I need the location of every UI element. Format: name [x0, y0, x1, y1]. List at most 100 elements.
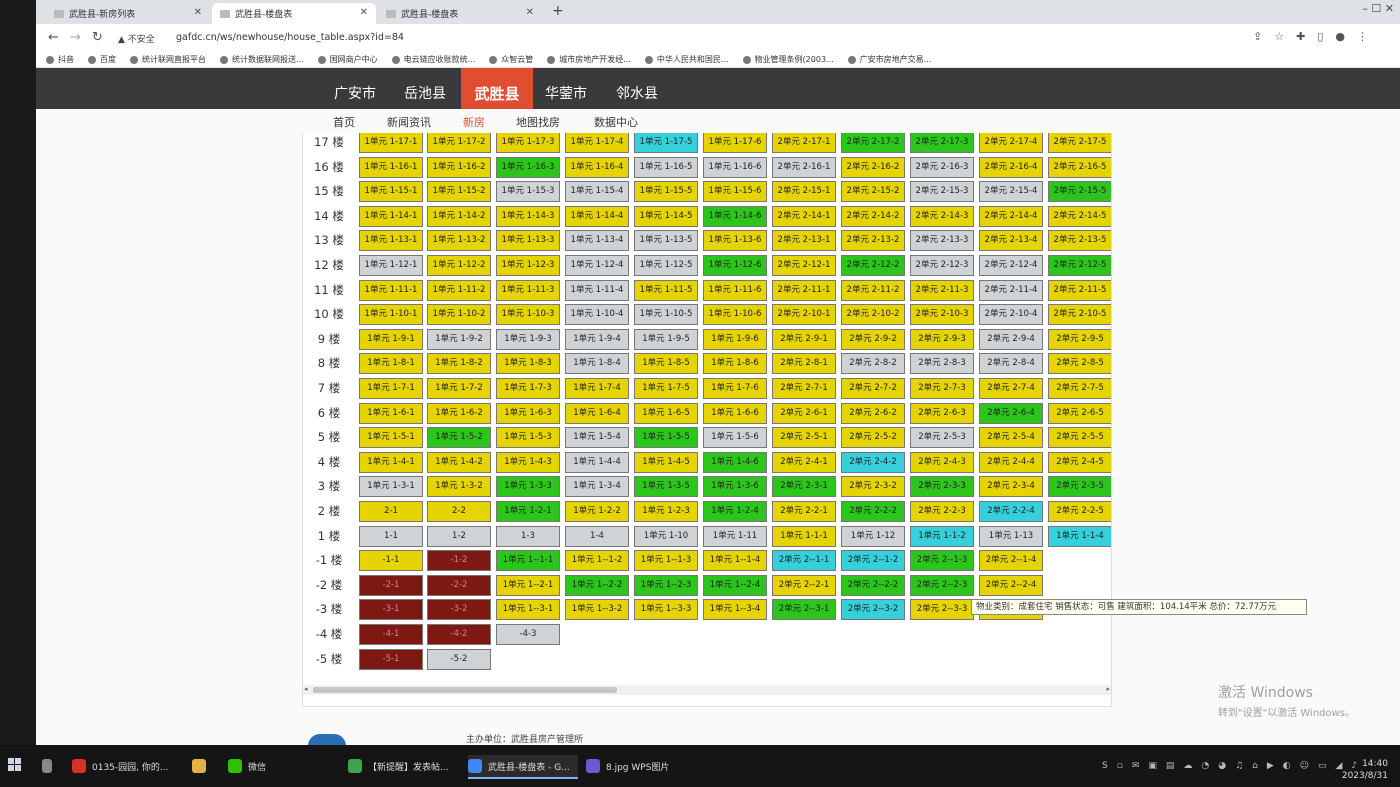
unit-cell[interactable]: 1单元 1-4-6 — [703, 451, 767, 473]
unit-cell[interactable]: 2单元 2-17-5 — [1048, 133, 1111, 153]
unit-cell[interactable]: 2单元 2-14-2 — [841, 205, 905, 227]
unit-cell[interactable]: 2单元 2-5-5 — [1048, 427, 1111, 449]
unit-cell[interactable]: 1单元 1-8-5 — [634, 353, 698, 375]
close-tab-icon[interactable]: ✕ — [360, 7, 368, 18]
unit-cell[interactable]: 1单元 1-12-2 — [427, 255, 491, 276]
unit-cell[interactable]: 1单元 1-14-3 — [496, 205, 560, 227]
menu-icon[interactable]: ⋮ — [1357, 30, 1380, 43]
unit-cell[interactable]: 1-2 — [427, 525, 491, 547]
unit-cell[interactable]: 2单元 2-16-4 — [979, 156, 1043, 178]
city-tab-huaying[interactable]: 华蓥市 — [541, 68, 591, 109]
not-secure-indicator[interactable]: ▲ 不安全 — [118, 32, 155, 45]
clock[interactable]: 14:40 2023/8/31 — [1342, 758, 1388, 782]
unit-cell[interactable]: 2单元 2-6-3 — [910, 402, 974, 424]
bookmark-item[interactable]: 统计数据联网报送... — [220, 54, 304, 65]
taskbar-app[interactable]: 0135-园园, 你的... — [72, 755, 182, 777]
scroll-right-icon[interactable]: ▸ — [1106, 685, 1110, 693]
unit-cell[interactable]: 1单元 1-3-3 — [496, 476, 560, 498]
unit-cell[interactable]: 2单元 2-5-1 — [772, 427, 836, 449]
unit-cell[interactable]: 2单元 2-7-4 — [979, 378, 1043, 399]
unit-cell[interactable]: 1单元 1-14-1 — [359, 205, 423, 227]
unit-cell[interactable]: 1单元 1-9-4 — [565, 328, 629, 350]
unit-cell[interactable]: 1单元 1--1-3 — [634, 550, 698, 572]
recycle-bin-icon[interactable] — [42, 755, 58, 777]
unit-cell[interactable]: 1单元 1-17-5 — [634, 133, 698, 153]
unit-cell[interactable]: 2单元 2-4-4 — [979, 451, 1043, 473]
unit-cell[interactable]: 2单元 2-13-1 — [772, 230, 836, 252]
star-icon[interactable]: ☆ — [1274, 30, 1296, 43]
unit-cell[interactable]: 1单元 1--2-2 — [565, 574, 629, 596]
new-tab-button[interactable]: + — [552, 3, 564, 19]
unit-cell[interactable]: 1单元 1-16-6 — [703, 156, 767, 178]
unit-cell[interactable]: -4-3 — [496, 624, 560, 645]
unit-cell[interactable]: 1单元 1-14-6 — [703, 205, 767, 227]
unit-cell[interactable]: 1单元 1-14-5 — [634, 205, 698, 227]
unit-cell[interactable]: 2单元 2-15-3 — [910, 181, 974, 203]
unit-cell[interactable]: 2单元 2-3-1 — [772, 476, 836, 498]
unit-cell[interactable]: 1单元 1-6-4 — [565, 402, 629, 424]
unit-cell[interactable]: -3-2 — [427, 599, 491, 621]
unit-cell[interactable]: 2-2 — [427, 501, 491, 522]
unit-cell[interactable]: 1单元 1-2-4 — [703, 501, 767, 522]
bookmark-item[interactable]: 统计联网直报平台 — [130, 54, 206, 65]
nav-home[interactable]: 首页 — [333, 114, 355, 130]
unit-cell[interactable]: -4-1 — [359, 624, 423, 645]
unit-cell[interactable]: 2单元 2-15-1 — [772, 181, 836, 203]
unit-cell[interactable]: 1单元 1-15-2 — [427, 181, 491, 203]
bookmark-item[interactable]: 城市房地产开发经... — [547, 54, 631, 65]
unit-cell[interactable]: 2单元 2-16-2 — [841, 156, 905, 178]
unit-cell[interactable]: 2单元 2-8-3 — [910, 353, 974, 375]
unit-cell[interactable]: 2单元 2-10-3 — [910, 304, 974, 326]
unit-cell[interactable]: 2单元 2-11-5 — [1048, 279, 1111, 301]
unit-cell[interactable]: 1单元 1-6-6 — [703, 402, 767, 424]
unit-cell[interactable]: -1-2 — [427, 550, 491, 572]
unit-cell[interactable]: 1单元 1-8-3 — [496, 353, 560, 375]
unit-cell[interactable]: 1单元 1-9-2 — [427, 328, 491, 350]
unit-cell[interactable]: 2单元 2--1-1 — [772, 550, 836, 572]
unit-cell[interactable]: 1单元 1-13-1 — [359, 230, 423, 252]
unit-cell[interactable]: 1单元 1-15-6 — [703, 181, 767, 203]
city-tab-wusheng[interactable]: 武胜县 — [461, 68, 533, 109]
unit-cell[interactable]: 1单元 1-2-2 — [565, 501, 629, 522]
unit-cell[interactable]: 1-1 — [359, 525, 423, 547]
extensions-icon[interactable]: ✚ — [1296, 30, 1317, 43]
unit-cell[interactable]: 1单元 1-11-5 — [634, 279, 698, 301]
unit-cell[interactable]: 2单元 2-6-4 — [979, 402, 1043, 424]
unit-cell[interactable]: 1单元 1-11-1 — [359, 279, 423, 301]
bookmark-item[interactable]: 电云链应收账款统... — [391, 54, 475, 65]
unit-cell[interactable]: 1单元 1-17-3 — [496, 133, 560, 153]
unit-cell[interactable]: 2单元 2-5-3 — [910, 427, 974, 449]
unit-cell[interactable]: 2单元 2-7-2 — [841, 378, 905, 399]
unit-cell[interactable]: 1单元 1--3-4 — [703, 599, 767, 621]
bookmark-item[interactable]: 广安市房地产交易... — [847, 54, 931, 65]
nav-map-search[interactable]: 地图找房 — [516, 114, 560, 130]
bookmark-item[interactable]: 中华人民共和国民... — [644, 54, 729, 65]
unit-cell[interactable]: 2单元 2-10-2 — [841, 304, 905, 326]
reload-icon[interactable]: ↻ — [92, 30, 103, 45]
share-icon[interactable]: ⇪ — [1253, 30, 1274, 43]
unit-cell[interactable]: 1单元 1-3-1 — [359, 476, 423, 498]
unit-cell[interactable]: 1单元 1-16-5 — [634, 156, 698, 178]
unit-cell[interactable]: 1单元 1-6-1 — [359, 402, 423, 424]
unit-cell[interactable]: 2单元 2--2-2 — [841, 574, 905, 596]
unit-cell[interactable]: 1单元 1-8-6 — [703, 353, 767, 375]
city-tab-guangan[interactable]: 广安市 — [330, 68, 380, 109]
unit-cell[interactable]: 1单元 1-4-5 — [634, 451, 698, 473]
unit-cell[interactable]: 2单元 2-2-5 — [1048, 501, 1111, 522]
taskbar-app[interactable]: 8.jpg WPS图片 — [586, 755, 706, 777]
unit-cell[interactable]: 2单元 2-13-4 — [979, 230, 1043, 252]
unit-cell[interactable]: 1单元 1-4-3 — [496, 451, 560, 473]
unit-cell[interactable]: 1单元 1--3-2 — [565, 599, 629, 621]
unit-cell[interactable]: 1单元 1-2-1 — [496, 501, 560, 522]
unit-cell[interactable]: 2单元 2--1-3 — [910, 550, 974, 572]
unit-cell[interactable]: 1单元 1-8-4 — [565, 353, 629, 375]
unit-cell[interactable]: 2单元 2-8-5 — [1048, 353, 1111, 375]
unit-cell[interactable]: 2单元 2--2-4 — [979, 574, 1043, 596]
unit-cell[interactable]: 2-1 — [359, 501, 423, 522]
unit-cell[interactable]: 2单元 2-9-1 — [772, 328, 836, 350]
unit-cell[interactable]: 1单元 1-5-2 — [427, 427, 491, 449]
unit-cell[interactable]: 2单元 2-12-1 — [772, 255, 836, 276]
browser-tab-1[interactable]: 武胜县-新房列表 ✕ — [46, 3, 210, 24]
unit-cell[interactable]: 1单元 1-7-6 — [703, 378, 767, 399]
unit-cell[interactable]: 2单元 2-8-4 — [979, 353, 1043, 375]
